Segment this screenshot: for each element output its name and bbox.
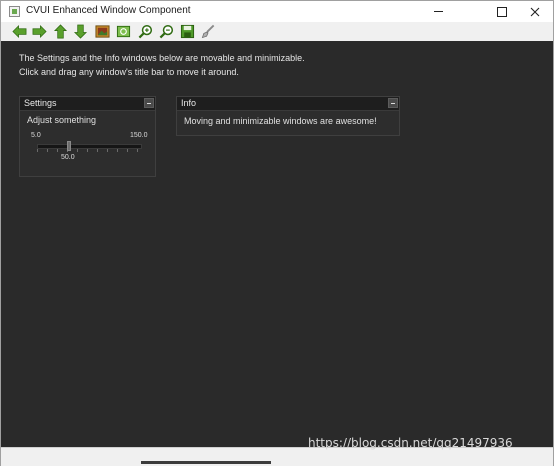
info-window-title-bar[interactable]: Info (177, 97, 399, 111)
close-icon (530, 7, 539, 16)
minimize-icon (434, 11, 443, 12)
app-icon (9, 6, 20, 17)
pan-right-button[interactable] (31, 23, 48, 40)
intro-text-line-1: The Settings and the Info windows below … (19, 53, 305, 63)
intro-text-line-2: Click and drag any window's title bar to… (19, 67, 239, 77)
pan-down-button[interactable] (72, 23, 89, 40)
info-message: Moving and minimizable windows are aweso… (184, 116, 377, 126)
zoom-out-icon (159, 24, 174, 39)
zoom-fit-icon (116, 25, 131, 38)
arrow-right-icon (32, 24, 47, 39)
pan-left-button[interactable] (11, 23, 28, 40)
adjust-something-label: Adjust something (27, 115, 97, 125)
info-window: Info Moving and minimizable windows are … (176, 96, 400, 136)
settings-minimize-button[interactable] (144, 98, 154, 108)
info-minimize-button[interactable] (388, 98, 398, 108)
cvui-canvas[interactable]: The Settings and the Info windows below … (1, 41, 553, 447)
settings-window-title: Settings (24, 98, 57, 108)
trackbar-ticks (37, 149, 142, 153)
trackbar-value-label: 50.0 (61, 154, 75, 161)
arrow-up-icon (53, 24, 68, 39)
image-icon (95, 25, 110, 38)
save-icon (180, 24, 195, 39)
close-button[interactable] (518, 1, 551, 22)
toolbar (1, 22, 553, 42)
zoom-in-icon (138, 24, 153, 39)
zoom-out-button[interactable] (158, 23, 175, 40)
settings-window-title-bar[interactable]: Settings (20, 97, 155, 111)
settings-window: Settings Adjust something 5.0 150.0 50.0 (19, 96, 156, 177)
properties-icon (201, 24, 215, 39)
zoom-in-button[interactable] (137, 23, 154, 40)
watermark-text: https://blog.csdn.net/qq21497936 (308, 436, 513, 450)
arrow-left-icon (12, 24, 27, 39)
image-button[interactable] (94, 23, 111, 40)
arrow-down-icon (73, 24, 88, 39)
trackbar-thumb[interactable] (66, 141, 71, 151)
zoom-fit-button[interactable] (115, 23, 132, 40)
title-bar[interactable]: CVUI Enhanced Window Component (1, 1, 553, 22)
pan-up-button[interactable] (52, 23, 69, 40)
status-bar-grip (141, 461, 271, 464)
info-window-title: Info (181, 98, 197, 108)
save-button[interactable] (179, 23, 196, 40)
minimize-button[interactable] (422, 1, 455, 22)
properties-button[interactable] (200, 23, 217, 40)
trackbar-max-label: 150.0 (130, 132, 148, 139)
window-title: CVUI Enhanced Window Component (26, 5, 191, 16)
app-window: CVUI Enhanced Window Component The Setti… (0, 0, 554, 466)
trackbar-min-label: 5.0 (31, 132, 41, 139)
maximize-icon (496, 6, 507, 17)
maximize-button[interactable] (485, 1, 518, 22)
